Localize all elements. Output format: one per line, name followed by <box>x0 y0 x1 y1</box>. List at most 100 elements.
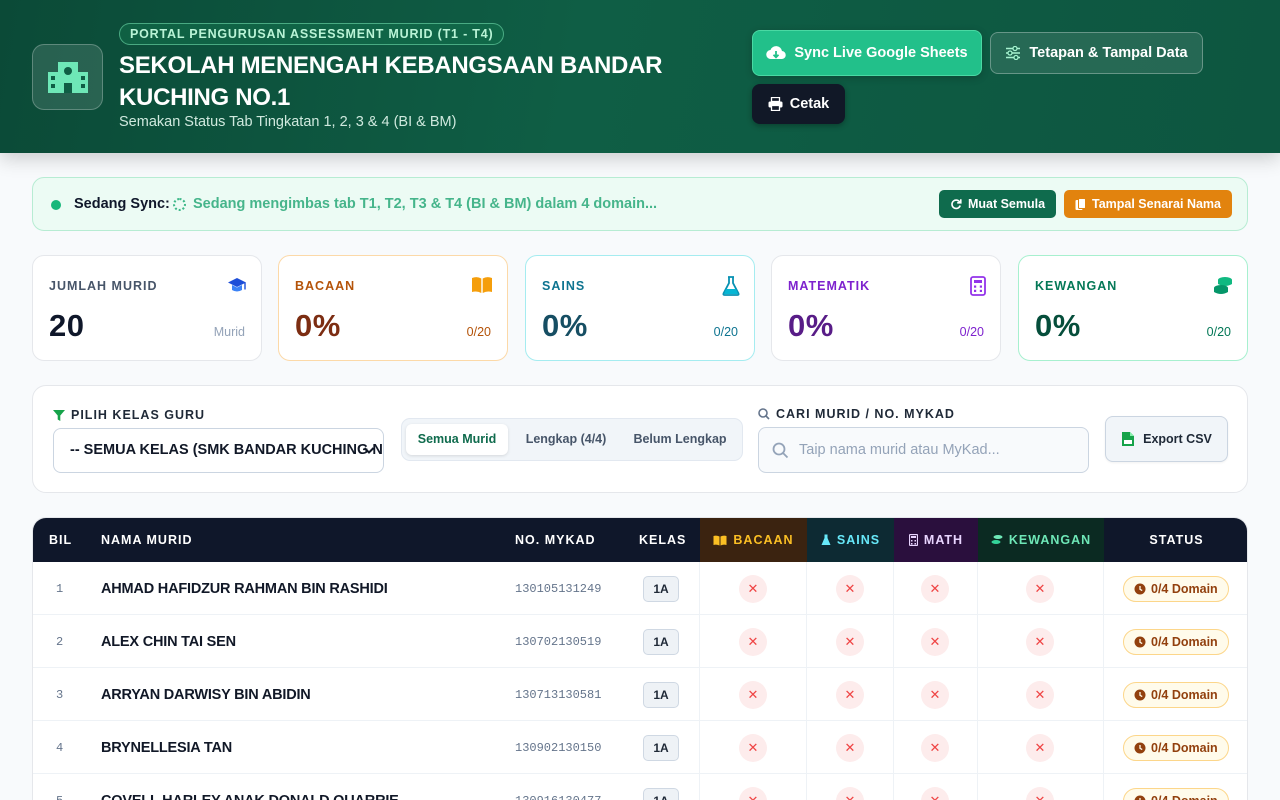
class-badge: 1A <box>643 681 679 708</box>
sync-status-label: Sedang Sync: <box>74 196 170 212</box>
student-name: BRYNELLESIA TAN <box>101 739 232 756</box>
status-text: 0/4 Domain <box>1151 740 1218 755</box>
table-row[interactable]: 1 AHMAD HAFIDZUR RAHMAN BIN RASHIDI 130105… <box>33 562 1247 615</box>
class-badge: 1A <box>643 734 679 761</box>
student-mykad: 130902130150 <box>515 740 602 755</box>
kewangan-incomplete-icon: ✕ <box>1026 627 1054 656</box>
stat-fraction-bacaan: 0/20 <box>466 325 491 339</box>
paste-icon <box>1075 197 1086 210</box>
stat-label: MATEMATIK <box>788 279 871 293</box>
table-header: BIL NAMA MURID NO. MYKAD KELAS BACAAN SA… <box>33 518 1247 562</box>
student-mykad: 130713130581 <box>515 687 602 702</box>
tab-lengkap[interactable]: Lengkap (4/4) <box>512 424 620 455</box>
search-input[interactable] <box>799 428 1079 472</box>
math-incomplete-icon: ✕ <box>921 786 949 800</box>
table-row[interactable]: 5 COVELL HARLEY ANAK DONALD QUARRIE 130916… <box>33 774 1247 800</box>
paste-name-list-button[interactable]: Tampal Senarai Nama <box>1064 190 1232 218</box>
stat-fraction-matematik: 0/20 <box>959 325 984 339</box>
sains-incomplete-icon: ✕ <box>836 786 864 800</box>
settings-paste-data-button[interactable]: Tetapan & Tampal Data <box>990 32 1203 74</box>
class-filter-label: PILIH KELAS GURU <box>53 408 205 422</box>
math-incomplete-icon: ✕ <box>921 680 949 709</box>
student-name: ALEX CHIN TAI SEN <box>101 633 236 650</box>
reload-button[interactable]: Muat Semula <box>939 190 1056 218</box>
school-icon <box>47 62 88 93</box>
csv-file-icon <box>1122 432 1135 446</box>
header-kewangan-label: KEWANGAN <box>1008 533 1092 547</box>
class-badge: 1A <box>643 628 679 655</box>
status-badge: 0/4 Domain <box>1123 787 1229 800</box>
stat-label: KEWANGAN <box>1035 279 1118 293</box>
loading-spinner-icon <box>173 198 186 211</box>
stat-card-kewangan: KEWANGAN 0% 0/20 <box>1018 255 1248 361</box>
stat-label: SAINS <box>542 279 586 293</box>
table-row[interactable]: 3 ARRYAN DARWISY BIN ABIDIN 130713130581 1A… <box>33 668 1247 721</box>
header-sains: SAINS <box>807 518 894 562</box>
export-csv-button[interactable]: Export CSV <box>1105 416 1228 462</box>
print-button[interactable]: Cetak <box>752 84 845 124</box>
tab-belum-lengkap[interactable]: Belum Lengkap <box>624 424 736 455</box>
header-bil: BIL <box>49 533 73 547</box>
app-header: PORTAL PENGURUSAN ASSESSMENT MURID (T1 -… <box>0 0 1280 153</box>
status-badge: 0/4 Domain <box>1123 681 1229 708</box>
graduation-cap-icon <box>228 278 246 292</box>
stat-card-total-students: JUMLAH MURID 20 Murid <box>32 255 262 361</box>
stat-label: BACAAN <box>295 279 356 293</box>
table-row[interactable]: 4 BRYNELLESIA TAN 130902130150 1A ✕ ✕ ✕ ✕ 0/4 Do… <box>33 721 1247 774</box>
kewangan-incomplete-icon: ✕ <box>1026 786 1054 800</box>
student-table: BIL NAMA MURID NO. MYKAD KELAS BACAAN SA… <box>32 517 1248 800</box>
sync-status-bar: Sedang Sync: Sedang mengimbas tab T1, T2… <box>32 177 1248 231</box>
row-number: 4 <box>56 740 64 755</box>
student-name: ARRYAN DARWISY BIN ABIDIN <box>101 686 311 703</box>
header-status: STATUS <box>1149 533 1204 547</box>
clock-icon <box>1134 636 1146 647</box>
print-button-label: Cetak <box>789 96 830 112</box>
cloud-download-icon <box>766 46 787 60</box>
stat-fraction-kewangan: 0/20 <box>1206 325 1231 339</box>
sync-status-dot <box>51 200 61 210</box>
header-bacaan: BACAAN <box>700 518 807 562</box>
header-bacaan-label: BACAAN <box>733 533 794 547</box>
school-logo <box>32 44 103 110</box>
tab-semua-murid[interactable]: Semua Murid <box>406 424 508 455</box>
status-filter-tabs: Semua Murid Lengkap (4/4) Belum Lengkap <box>401 418 743 461</box>
sync-button-label: Sync Live Google Sheets <box>794 45 968 61</box>
stat-value-bacaan: 0% <box>295 308 341 343</box>
sync-google-sheets-button[interactable]: Sync Live Google Sheets <box>752 30 982 76</box>
refresh-icon <box>951 199 962 210</box>
stat-value-total: 20 <box>49 308 85 343</box>
sliders-icon <box>1006 46 1021 60</box>
stat-value-sains: 0% <box>542 308 588 343</box>
bacaan-incomplete-icon: ✕ <box>739 680 767 709</box>
coins-icon <box>991 535 1003 544</box>
stat-unit: Murid <box>213 325 245 339</box>
clock-icon <box>1134 795 1146 800</box>
stat-value-matematik: 0% <box>788 308 834 343</box>
student-name: AHMAD HAFIDZUR RAHMAN BIN RASHIDI <box>101 580 388 597</box>
status-text: 0/4 Domain <box>1151 581 1218 596</box>
kewangan-incomplete-icon: ✕ <box>1026 574 1054 603</box>
clock-icon <box>1134 583 1146 594</box>
clock-icon <box>1134 742 1146 753</box>
paste-names-button-label: Tampal Senarai Nama <box>1092 197 1221 211</box>
table-row[interactable]: 2 ALEX CHIN TAI SEN 130702130519 1A ✕ ✕ ✕ ✕ 0/4 … <box>33 615 1247 668</box>
header-math-label: MATH <box>923 533 964 547</box>
class-select[interactable]: -- SEMUA KELAS (SMK BANDAR KUCHING NO.1)… <box>53 428 384 473</box>
stat-value-kewangan: 0% <box>1035 308 1081 343</box>
filter-panel: PILIH KELAS GURU -- SEMUA KELAS (SMK BAN… <box>32 385 1248 493</box>
class-badge: 1A <box>643 787 679 800</box>
stat-fraction-sains: 0/20 <box>713 325 738 339</box>
kewangan-incomplete-icon: ✕ <box>1026 680 1054 709</box>
stat-card-sains: SAINS 0% 0/20 <box>525 255 755 361</box>
class-select-value: -- SEMUA KELAS (SMK BANDAR KUCHING NO.1)… <box>70 442 383 458</box>
settings-button-label: Tetapan & Tampal Data <box>1029 45 1188 61</box>
header-sains-label: SAINS <box>836 533 881 547</box>
sains-incomplete-icon: ✕ <box>836 574 864 603</box>
status-text: 0/4 Domain <box>1151 794 1218 800</box>
search-label-text: CARI MURID / NO. MYKAD <box>776 407 955 421</box>
status-text: 0/4 Domain <box>1151 634 1218 649</box>
math-incomplete-icon: ✕ <box>921 627 949 656</box>
sains-incomplete-icon: ✕ <box>836 627 864 656</box>
status-badge: 0/4 Domain <box>1123 734 1229 761</box>
row-number: 1 <box>56 581 64 596</box>
